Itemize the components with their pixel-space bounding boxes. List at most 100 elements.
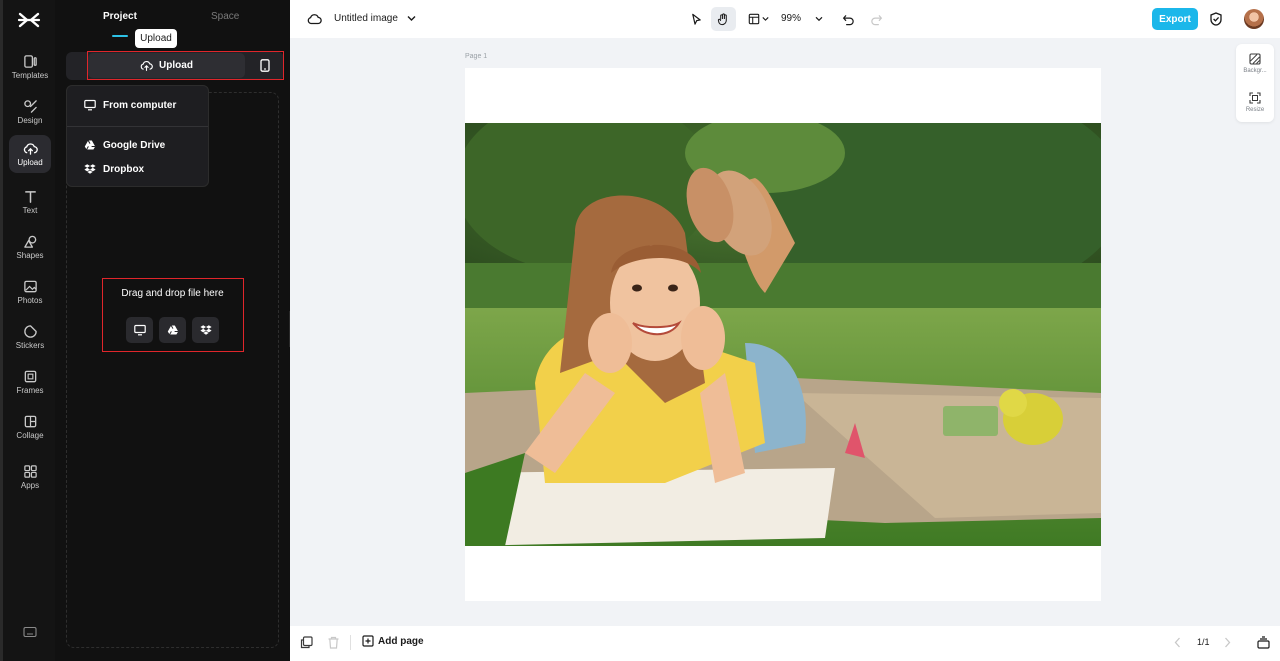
bottom-bar: Add page 1/1 <box>290 626 1280 661</box>
drag-and-drop-box[interactable]: Drag and drop file here <box>102 278 244 352</box>
drop-dropbox-button[interactable] <box>192 317 219 343</box>
resize-tool-button[interactable]: Resize <box>1236 92 1274 113</box>
chevron-down-icon[interactable] <box>407 15 416 22</box>
google-drive-icon <box>84 140 96 150</box>
chevron-right-icon[interactable] <box>1223 636 1232 649</box>
drop-from-computer-button[interactable] <box>126 317 153 343</box>
rail-item-stickers[interactable]: Stickers <box>9 317 51 357</box>
rail-item-text[interactable]: Text <box>9 182 51 222</box>
uploaded-photo[interactable] <box>465 123 1101 546</box>
rail-label: Design <box>17 115 43 125</box>
zoom-level[interactable]: 99% <box>781 13 801 24</box>
rail-label: Stickers <box>15 340 45 350</box>
shield-icon[interactable] <box>1209 12 1223 26</box>
upload-button[interactable]: Upload <box>88 53 245 78</box>
google-drive-icon <box>167 325 178 335</box>
undo-icon <box>842 14 854 25</box>
shapes-icon <box>23 235 36 248</box>
document-title[interactable]: Untitled image <box>334 13 398 24</box>
redo-icon <box>871 14 883 25</box>
top-bar: Untitled image 99% Export <box>290 0 1280 38</box>
photo-girl-on-picnic-blanket <box>465 123 1101 546</box>
pages-panel-icon[interactable] <box>1257 636 1270 649</box>
menu-divider <box>67 126 208 127</box>
undo-button[interactable] <box>836 7 861 31</box>
rail-label: Collage <box>16 430 44 440</box>
background-tool-label: Backgr... <box>1243 68 1267 74</box>
dropbox-icon <box>84 164 96 174</box>
tab-project[interactable]: Project <box>103 11 137 22</box>
add-page-label: Add page <box>378 635 424 647</box>
duplicate-page-icon[interactable] <box>300 636 313 649</box>
rail-label: Apps <box>20 480 40 490</box>
rail-label: Text <box>22 205 38 215</box>
upload-from-phone-button[interactable] <box>252 53 277 78</box>
right-toolbar: Backgr... Resize <box>1236 44 1274 122</box>
stickers-icon <box>23 324 37 338</box>
capcut-logo <box>17 12 41 28</box>
layout-menu-button[interactable] <box>744 7 772 31</box>
upload-cloud-icon <box>140 61 153 71</box>
select-tool-button[interactable] <box>684 7 709 31</box>
dropzone-title: Drag and drop file here <box>121 288 224 299</box>
hand-icon <box>717 12 727 25</box>
tab-space[interactable]: Space <box>211 11 239 22</box>
canvas-area[interactable]: Page 1 Backgr... Resize <box>290 38 1280 626</box>
left-rail: Templates Design Upload Text Shapes Phot… <box>0 0 55 661</box>
collage-icon <box>24 415 36 427</box>
page-label: Page 1 <box>465 53 488 60</box>
export-button[interactable]: Export <box>1152 8 1198 30</box>
design-page[interactable] <box>465 68 1101 601</box>
trash-icon[interactable] <box>327 636 340 649</box>
hand-tool-button[interactable] <box>711 7 736 31</box>
background-tool-button[interactable]: Backgr... <box>1236 53 1274 74</box>
menu-item-from-computer[interactable]: From computer <box>84 99 176 111</box>
rail-item-design[interactable]: Design <box>9 92 51 132</box>
photos-icon <box>23 280 37 292</box>
rail-item-upload[interactable]: Upload <box>9 135 51 173</box>
active-tab-indicator <box>112 35 128 37</box>
pointer-icon <box>692 13 701 25</box>
monitor-icon <box>133 324 146 336</box>
frames-icon <box>24 370 36 382</box>
rail-item-shapes[interactable]: Shapes <box>9 227 51 267</box>
upload-button-label: Upload <box>159 60 193 71</box>
rail-item-templates[interactable]: Templates <box>9 47 51 87</box>
templates-icon <box>23 54 37 68</box>
rail-label: Shapes <box>16 250 44 260</box>
chevron-down-icon[interactable] <box>815 16 823 22</box>
rail-item-apps[interactable]: Apps <box>9 457 51 497</box>
upload-source-menu: From computer Google Drive Dropbox <box>66 85 209 187</box>
add-page-icon <box>362 635 374 647</box>
menu-item-label: Dropbox <box>103 163 145 175</box>
text-icon <box>24 190 36 203</box>
upload-cloud-icon <box>23 142 38 155</box>
apps-icon <box>23 464 37 478</box>
avatar[interactable] <box>1244 9 1264 29</box>
menu-item-label: Google Drive <box>103 139 166 151</box>
upload-panel: Project Space Upload Upload From compute… <box>55 0 290 661</box>
rail-label: Upload <box>17 157 43 167</box>
cloud-sync-icon <box>307 14 322 25</box>
rail-label: Templates <box>11 70 49 80</box>
layout-icon <box>748 13 759 25</box>
monitor-icon <box>84 99 96 111</box>
page-count: 1/1 <box>1197 637 1210 647</box>
keyboard-shortcuts-icon[interactable] <box>23 626 37 638</box>
chevron-left-icon[interactable] <box>1173 636 1182 649</box>
add-page-button[interactable]: Add page <box>362 635 424 647</box>
resize-tool-label: Resize <box>1245 107 1265 113</box>
rail-item-frames[interactable]: Frames <box>9 362 51 402</box>
rail-item-photos[interactable]: Photos <box>9 272 51 312</box>
menu-item-dropbox[interactable]: Dropbox <box>84 163 144 175</box>
rail-label: Photos <box>17 295 43 305</box>
menu-item-google-drive[interactable]: Google Drive <box>84 139 165 151</box>
design-icon <box>23 99 37 113</box>
drop-google-drive-button[interactable] <box>159 317 186 343</box>
chevron-down-icon <box>761 17 769 21</box>
phone-icon <box>259 59 270 72</box>
background-icon <box>1249 53 1261 65</box>
redo-button[interactable] <box>864 7 889 31</box>
rail-item-collage[interactable]: Collage <box>9 407 51 447</box>
menu-item-label: From computer <box>103 99 177 111</box>
